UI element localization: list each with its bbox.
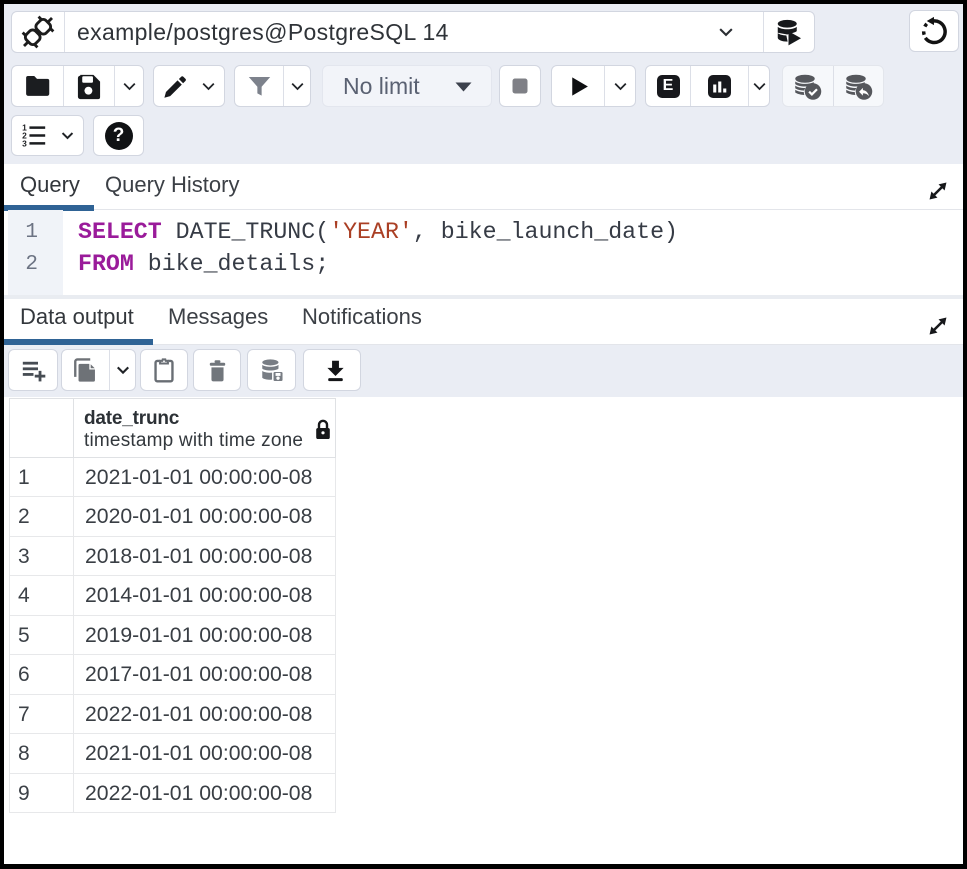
- svg-text:3: 3: [22, 138, 27, 148]
